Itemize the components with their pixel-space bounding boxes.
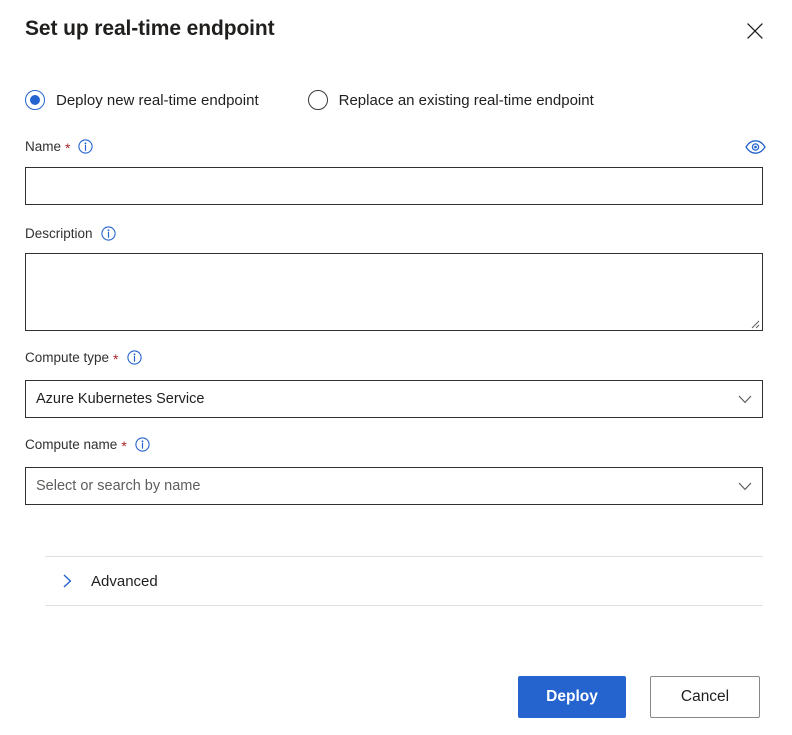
- deploy-mode-radio-group: Deploy new real-time endpoint Replace an…: [25, 90, 594, 110]
- compute-name-dropdown[interactable]: Select or search by name: [25, 467, 763, 505]
- compute-type-selected-value: Azure Kubernetes Service: [36, 391, 205, 407]
- compute-type-field-label: Compute type *: [25, 350, 142, 367]
- name-field-label: Name *: [25, 139, 94, 156]
- advanced-label: Advanced: [91, 572, 158, 590]
- name-info-icon[interactable]: [78, 139, 94, 154]
- description-field-label: Description: [25, 226, 116, 241]
- description-info-icon[interactable]: [100, 226, 116, 241]
- description-textarea[interactable]: [25, 253, 763, 331]
- compute-name-required-asterisk: *: [121, 437, 127, 454]
- advanced-section: Advanced: [45, 556, 763, 606]
- close-button[interactable]: [740, 16, 770, 46]
- compute-type-required-asterisk: *: [113, 350, 119, 367]
- cancel-button[interactable]: Cancel: [650, 676, 760, 718]
- chevron-right-icon: [60, 574, 74, 588]
- radio-mark-deploy-new: [25, 90, 45, 110]
- name-label-text: Name: [25, 139, 62, 154]
- chevron-down-icon: [738, 392, 752, 406]
- radio-option-deploy-new[interactable]: Deploy new real-time endpoint: [25, 90, 259, 110]
- compute-name-selected-value: Select or search by name: [36, 478, 201, 494]
- advanced-toggle[interactable]: Advanced: [45, 557, 763, 605]
- dialog-header: Set up real-time endpoint: [0, 0, 792, 62]
- compute-name-label-text: Compute name: [25, 437, 118, 452]
- radio-label-replace-existing: Replace an existing real-time endpoint: [338, 91, 594, 109]
- radio-option-replace-existing[interactable]: Replace an existing real-time endpoint: [307, 90, 594, 110]
- chevron-down-icon: [738, 479, 752, 493]
- deploy-button[interactable]: Deploy: [518, 676, 626, 718]
- name-visibility-toggle-button[interactable]: [744, 138, 766, 158]
- compute-name-info-icon[interactable]: [135, 437, 150, 452]
- description-label-text: Description: [25, 226, 93, 241]
- radio-label-deploy-new: Deploy new real-time endpoint: [56, 91, 259, 109]
- page-title: Set up real-time endpoint: [25, 17, 275, 40]
- radio-mark-replace-existing: [307, 90, 328, 110]
- name-input[interactable]: [25, 167, 763, 205]
- dialog-footer: Deploy Cancel: [0, 676, 792, 718]
- eye-icon: [744, 139, 766, 157]
- name-required-asterisk: *: [65, 139, 71, 156]
- advanced-divider-bottom: [45, 605, 763, 606]
- compute-type-dropdown[interactable]: Azure Kubernetes Service: [25, 380, 763, 418]
- compute-type-label-text: Compute type: [25, 350, 110, 365]
- compute-name-field-label: Compute name *: [25, 437, 150, 454]
- compute-type-info-icon[interactable]: [126, 350, 142, 365]
- close-icon: [746, 22, 764, 40]
